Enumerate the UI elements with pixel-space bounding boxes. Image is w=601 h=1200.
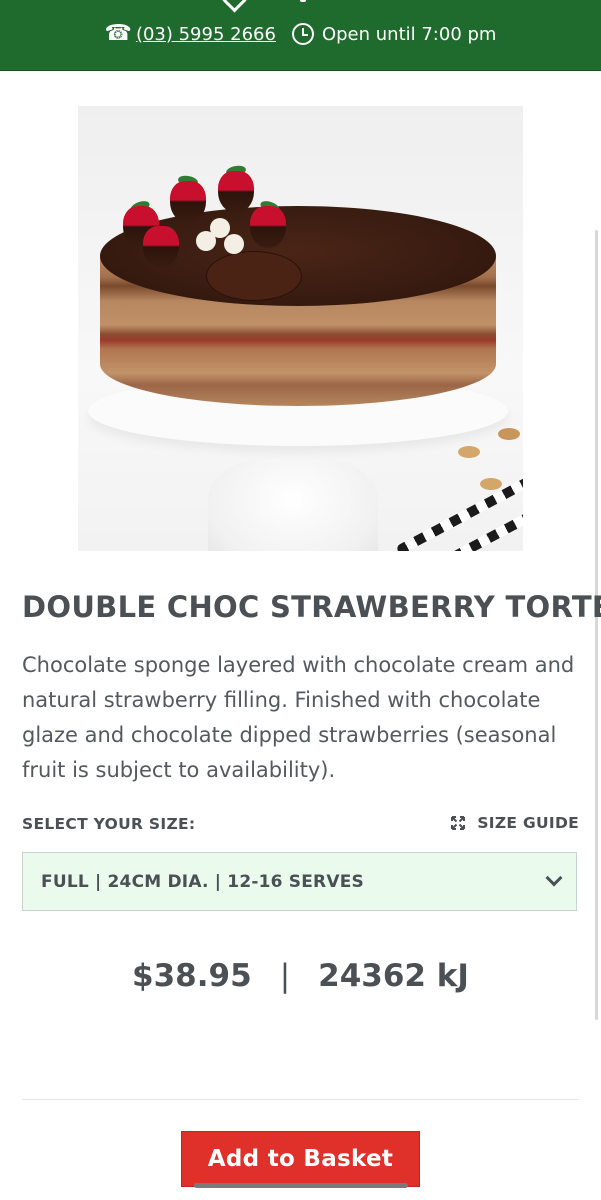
size-select-label: SELECT YOUR SIZE: bbox=[22, 815, 196, 833]
home-indicator bbox=[194, 1183, 408, 1188]
top-bar-cutoff-text bbox=[300, 0, 306, 2]
size-guide-link[interactable]: SIZE GUIDE bbox=[451, 814, 579, 832]
dipped-strawberry bbox=[170, 181, 206, 223]
product-description: Chocolate sponge layered with chocolate … bbox=[22, 653, 575, 782]
dipped-strawberry bbox=[218, 171, 254, 213]
price-row: $38.95 | 24362 kJ bbox=[0, 958, 601, 994]
page-scrollbar[interactable] bbox=[595, 230, 598, 1020]
chevron-down-icon bbox=[545, 869, 563, 887]
opening-hours: Open until 7:00 pm bbox=[321, 23, 497, 45]
gold-confetti bbox=[458, 446, 480, 458]
price: $38.95 bbox=[132, 958, 252, 994]
dipped-strawberry bbox=[143, 226, 179, 268]
size-select-dropdown[interactable]: FULL | 24CM DIA. | 12-16 SERVES bbox=[22, 852, 577, 911]
striped-straw bbox=[395, 466, 523, 551]
divider bbox=[22, 1099, 579, 1100]
gold-confetti bbox=[498, 428, 520, 440]
expand-icon bbox=[451, 816, 466, 830]
dipped-strawberry bbox=[250, 206, 286, 248]
price-separator: | bbox=[279, 958, 291, 994]
top-bar: ☎ (03) 5995 2666 Open until 7:00 pm bbox=[0, 0, 601, 71]
size-guide-label: SIZE GUIDE bbox=[477, 814, 579, 832]
contact-row: ☎ (03) 5995 2666 Open until 7:00 pm bbox=[0, 20, 601, 48]
gold-confetti bbox=[480, 478, 502, 490]
size-selected-value: FULL | 24CM DIA. | 12-16 SERVES bbox=[41, 871, 364, 892]
chocolate-plaque bbox=[206, 251, 302, 301]
telephone-icon: ☎ bbox=[104, 21, 132, 46]
location-pin-icon bbox=[222, 0, 247, 13]
cake-stand-base bbox=[208, 456, 378, 551]
phone-link[interactable]: (03) 5995 2666 bbox=[136, 24, 276, 45]
energy-kj: 24362 kJ bbox=[318, 958, 469, 994]
add-to-basket-button[interactable]: Add to Basket bbox=[181, 1131, 420, 1187]
product-image[interactable] bbox=[78, 106, 523, 551]
striped-straw bbox=[415, 491, 523, 551]
product-title: DOUBLE CHOC STRAWBERRY TORTE bbox=[22, 590, 601, 624]
clock-icon bbox=[291, 23, 314, 45]
white-chocolate-ball bbox=[224, 234, 244, 254]
